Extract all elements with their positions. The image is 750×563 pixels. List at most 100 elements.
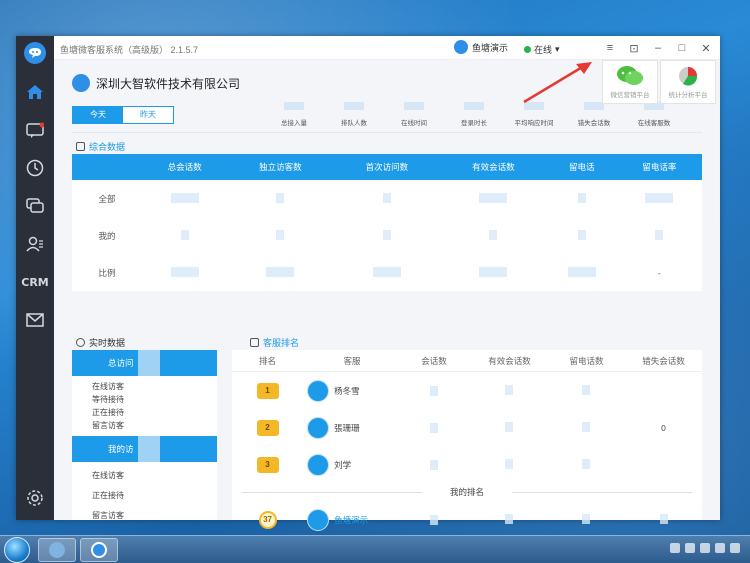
metric-label: 平均响应时间 (514, 120, 554, 127)
pie-chart-icon (679, 67, 698, 86)
minimize-button[interactable]: – (648, 39, 668, 57)
title-bar[interactable]: 鱼塘微客服系统（高级版） 2.1.5.7 鱼塘演示 在线 ▾ ≡ ⊡ – □ ✕ (54, 36, 720, 60)
current-user[interactable]: 鱼塘演示 (454, 40, 508, 54)
metric-label: 在线客服数 (637, 120, 671, 127)
tab-yesterday[interactable]: 昨天 (123, 107, 173, 123)
tray-network-icon[interactable] (685, 543, 695, 553)
window-controls: ≡ ⊡ – □ ✕ (600, 39, 716, 57)
metrics-row: 总接入量 排队人数 在线时间 登录时长 平均响应时间 错失会话数 在线客服数 (264, 102, 684, 127)
column-header: 留电话数 (569, 356, 604, 366)
summary-header-row: 总会话数 独立访客数 首次访问数 有效会话数 留电话 留电话率 (72, 154, 702, 180)
bar-chart-icon (250, 338, 259, 347)
rate-value: - (657, 267, 661, 278)
rank-medal: 37 (258, 510, 277, 529)
my-visits-bar[interactable]: 我的访 (72, 436, 217, 462)
list-item: 在线访客 (92, 471, 124, 480)
rank-medal: 2 (256, 419, 279, 436)
metric-item: 总接入量 (264, 102, 324, 127)
avatar (307, 379, 330, 402)
column-header: 留电话 (546, 154, 617, 180)
column-header: 留电话率 (616, 154, 702, 180)
history-icon[interactable] (23, 156, 47, 180)
settings-icon[interactable] (23, 486, 47, 510)
table-row: 比例 - (72, 254, 702, 291)
tray-app-icon[interactable] (670, 543, 680, 553)
crm-nav-item[interactable]: CRM (21, 270, 49, 294)
system-tray (670, 543, 740, 553)
group-label: 总访问 (108, 358, 134, 368)
restore-layout-icon[interactable]: ⊡ (624, 39, 644, 57)
status-selector[interactable]: 在线 ▾ (524, 43, 560, 56)
wechat-icon (617, 66, 643, 85)
clock-icon (76, 338, 85, 347)
tab-today[interactable]: 今天 (73, 107, 123, 123)
realtime-panel: 总访问 在线访客 等待接待 正在接待 留言访客 我的访 在线访客 正在接待 留言… (72, 350, 217, 520)
taskbar (0, 535, 750, 563)
taskbar-app-icon[interactable] (80, 538, 118, 562)
column-header: 会话数 (421, 356, 447, 366)
stats-platform-button[interactable]: 统计分析平台 (660, 60, 716, 104)
company-logo-icon (72, 74, 90, 92)
column-header: 总会话数 (142, 154, 228, 180)
row-label: 比例 (98, 267, 116, 278)
close-button[interactable]: ✕ (696, 39, 716, 57)
table-row: 2 張珊珊 0 (232, 409, 702, 446)
taskbar-browser-icon[interactable] (38, 538, 76, 562)
agent-name: 張珊珊 (334, 422, 360, 433)
user-name: 鱼塘演示 (472, 42, 509, 53)
maximize-button[interactable]: □ (672, 39, 692, 57)
row-label: 全部 (98, 193, 116, 204)
day-tabs: 今天 昨天 (72, 106, 174, 124)
list-item: 正在接待 (92, 408, 124, 417)
status-text: 在线 (534, 45, 553, 55)
avatar (307, 416, 330, 439)
menu-icon[interactable]: ≡ (600, 39, 620, 57)
column-header: 排名 (259, 356, 277, 366)
avatar (307, 453, 330, 476)
my-rank-row: 37 鱼塘演示 (232, 501, 702, 538)
ranking-header-row: 排名 客服 会话数 有效会话数 留电话数 错失会话数 (232, 350, 702, 372)
realtime-heading: 实时数据 (76, 336, 125, 349)
table-row: 全部 (72, 180, 702, 217)
chevron-down-icon: ▾ (555, 44, 560, 54)
annotation-arrow-icon (523, 62, 592, 104)
app-window: CRM 鱼塘微客服系统（高级版） 2.1.5.7 鱼塘演示 在线 ▾ ≡ ⊡ –… (16, 36, 720, 531)
dashboard: 深圳大智软件技术有限公司 今天 昨天 总接入量 排队人数 在线时间 登录时长 平… (54, 60, 720, 531)
metric-label: 登录时长 (461, 120, 487, 127)
ranking-title: 客服排名 (263, 338, 300, 348)
calendar-icon (76, 142, 85, 151)
metric-label: 排队人数 (341, 120, 367, 127)
home-icon[interactable] (23, 80, 47, 104)
tray-flag-icon[interactable] (700, 543, 710, 553)
stats-platform-label: 统计分析平台 (668, 92, 708, 99)
realtime-title: 实时数据 (89, 338, 126, 348)
group-label: 我的访 (108, 444, 134, 454)
metric-label: 在线时间 (401, 120, 427, 127)
rank-medal: 1 (256, 382, 279, 399)
column-header (72, 154, 142, 180)
metric-item: 在线时间 (384, 102, 444, 127)
table-row: 我的 (72, 217, 702, 254)
wechat-marketing-label: 微信营销平台 (610, 92, 650, 99)
total-visits-bar[interactable]: 总访问 (72, 350, 217, 376)
row-label: 我的 (98, 230, 116, 241)
message-icon[interactable] (23, 194, 47, 218)
online-status-icon (524, 46, 531, 53)
tray-power-icon[interactable] (730, 543, 740, 553)
start-button[interactable] (4, 537, 30, 563)
company-name: 深圳大智软件技术有限公司 (96, 76, 241, 91)
mail-icon[interactable] (23, 308, 47, 332)
ranking-panel: 排名 客服 会话数 有效会话数 留电话数 错失会话数 1 杨冬雪 2 張珊珊 0… (232, 350, 702, 531)
column-header: 独立访客数 (227, 154, 334, 180)
divider (72, 132, 702, 133)
column-header: 客服 (343, 355, 361, 366)
wechat-marketing-button[interactable]: 微信营销平台 (602, 60, 658, 104)
table-row: 1 杨冬雪 (232, 372, 702, 409)
missed-value: 0 (661, 422, 666, 433)
chat-icon[interactable] (23, 118, 47, 142)
list-item: 在线访客 (92, 382, 124, 391)
metric-item: 排队人数 (324, 102, 384, 127)
contacts-icon[interactable] (23, 232, 47, 256)
tray-volume-icon[interactable] (715, 543, 725, 553)
list-item: 等待接待 (92, 395, 124, 404)
